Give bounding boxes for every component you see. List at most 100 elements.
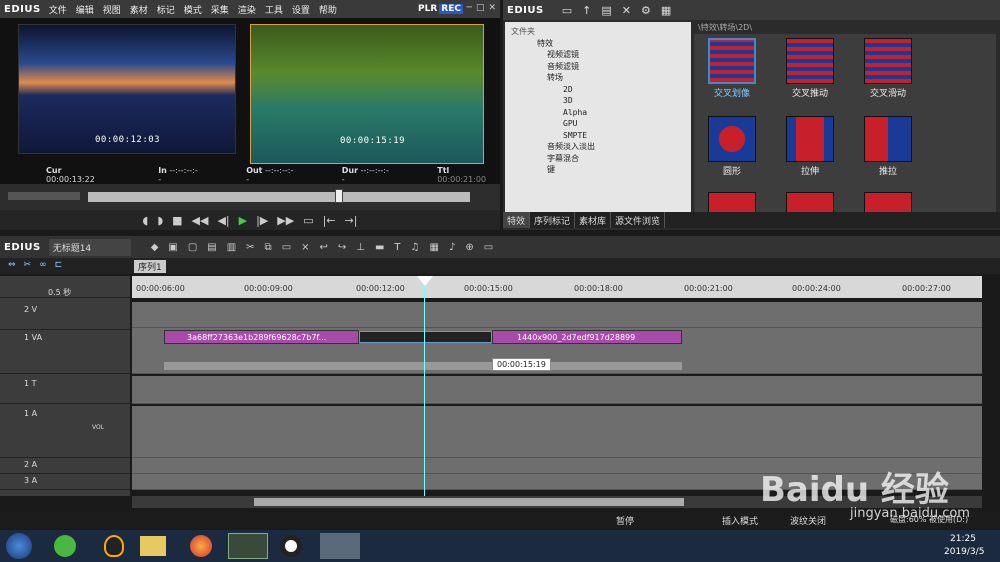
h-scroll-thumb[interactable] [254, 498, 684, 506]
mark-out-icon[interactable]: ◗ [157, 214, 163, 227]
delete-icon[interactable]: ✕ [622, 4, 631, 17]
tree-item-audio-filters[interactable]: 音频滤镜 [511, 61, 685, 73]
sequence-tab[interactable]: 序列1 [134, 260, 166, 273]
transition-bar[interactable] [359, 331, 492, 343]
tree-header: 文件夹 [511, 27, 535, 36]
insert-icon[interactable]: |← [323, 214, 336, 227]
clip-2[interactable]: 1440x900_2d7edf917d28899 [492, 330, 682, 344]
tree-item-smpte[interactable]: SMPTE [511, 130, 685, 142]
rewind-icon[interactable]: ◀◀ [192, 214, 209, 227]
timecode-tooltip: 00:00:15:19 [492, 358, 551, 371]
tree-item-video-filters[interactable]: 视频滤镜 [511, 49, 685, 61]
lane-1a[interactable] [132, 406, 982, 458]
scrub-bar[interactable] [0, 184, 500, 210]
tree-item-title-mix[interactable]: 字幕混合 [511, 153, 685, 165]
menu-render[interactable]: 渲染 [238, 3, 256, 16]
tile-circle[interactable] [708, 116, 756, 162]
playhead-line[interactable] [424, 284, 425, 496]
taskbar-firefox-icon[interactable] [190, 535, 212, 557]
taskbar-edius-icon[interactable] [228, 533, 268, 559]
tile-cross-wipe[interactable] [708, 38, 756, 84]
track-3a-header[interactable]: 3 A [0, 474, 130, 490]
loop-icon[interactable]: ▭ [303, 214, 313, 227]
tree-item-alpha[interactable]: Alpha [511, 107, 685, 119]
taskbar-explorer-icon[interactable] [140, 536, 166, 556]
maximize-icon[interactable]: □ [476, 3, 485, 13]
plr-rec-toggle[interactable]: PLR REC [418, 4, 463, 14]
track-2v-header[interactable]: 2 V [0, 302, 130, 330]
menu-file[interactable]: 文件 [49, 3, 67, 16]
scrub-track[interactable] [88, 192, 470, 202]
track-1t-header[interactable]: 1 T [0, 376, 130, 404]
playhead-marker[interactable] [417, 276, 433, 286]
step-forward-icon[interactable]: |▶ [256, 214, 268, 227]
taskbar-app-icon[interactable] [320, 533, 360, 559]
taskbar-app-360-icon[interactable] [54, 535, 76, 557]
taskbar-record-icon[interactable] [280, 535, 302, 557]
transport-controls: ◖ ◗ ■ ◀◀ ◀| ▶ |▶ ▶▶ ▭ |← →| [0, 210, 500, 230]
time-ruler[interactable]: 00:00:06:00 00:00:09:00 00:00:12:00 00:0… [132, 276, 982, 298]
zoom-row: 0.5 秒 [0, 276, 130, 298]
tile-cross-slide[interactable] [864, 38, 912, 84]
effects-logo: EDIUS [507, 4, 544, 16]
menu-settings[interactable]: 设置 [292, 3, 310, 16]
tile-row3-1[interactable] [708, 192, 756, 212]
tab-source-browser[interactable]: 源文件浏览 [611, 212, 666, 228]
minimize-icon[interactable]: ─ [467, 3, 472, 13]
tab-bin[interactable]: 素材库 [575, 212, 612, 228]
tree-item-keys[interactable]: 键 [511, 164, 685, 176]
menu-clip[interactable]: 素材 [130, 3, 148, 16]
stop-icon[interactable]: ■ [172, 214, 182, 227]
play-icon[interactable]: ▶ [239, 214, 247, 227]
tray-date[interactable]: 2019/3/5 [944, 547, 984, 557]
start-button[interactable] [6, 533, 32, 559]
settings-icon[interactable]: ⚙ [641, 4, 651, 17]
tree-item-3d[interactable]: 3D [511, 95, 685, 107]
menu-marker[interactable]: 标记 [157, 3, 175, 16]
tree-item-effects[interactable]: 特效 [511, 38, 685, 50]
overwrite-icon[interactable]: →| [345, 214, 358, 227]
zoom-value[interactable]: 0.5 秒 [48, 288, 71, 297]
rec-label[interactable]: REC [439, 4, 463, 14]
tile-cross-push[interactable] [786, 38, 834, 84]
track-1a-header[interactable]: 1 A VOL [0, 406, 130, 458]
cur-label: Cur 00:00:13:22 [46, 166, 95, 184]
tab-effects[interactable]: 特效 [503, 212, 531, 228]
track-1va-header[interactable]: 1 VA [0, 330, 130, 374]
tree-item-audio-fade[interactable]: 音频淡入淡出 [511, 141, 685, 153]
tree-item-transitions[interactable]: 转场 [511, 72, 685, 84]
new-folder-icon[interactable]: ▤ [601, 4, 611, 17]
tree-item-gpu[interactable]: GPU [511, 118, 685, 130]
effects-toolbar: EDIUS ▭ ↑ ▤ ✕ ⚙ ▦ [503, 0, 1000, 20]
clip-1[interactable]: 3a68ff27363e1b289f69628c7b7f... [164, 330, 359, 344]
scrub-mini-slider[interactable] [8, 192, 80, 200]
view-icon[interactable]: ▦ [661, 4, 671, 17]
close-icon[interactable]: ✕ [488, 3, 496, 13]
tree-item-2d[interactable]: 2D [511, 84, 685, 96]
menu-view[interactable]: 视图 [103, 3, 121, 16]
tile-stretch[interactable] [786, 116, 834, 162]
track-2a-header[interactable]: 2 A [0, 458, 130, 474]
menu-mode[interactable]: 模式 [184, 3, 202, 16]
menu-capture[interactable]: 采集 [211, 3, 229, 16]
plr-label[interactable]: PLR [418, 4, 437, 14]
fast-forward-icon[interactable]: ▶▶ [277, 214, 294, 227]
tile-label-cross-push: 交叉推动 [791, 89, 828, 99]
lane-1t[interactable] [132, 376, 982, 404]
tile-row3-2[interactable] [786, 192, 834, 212]
folder-icon[interactable]: ▭ [562, 4, 572, 17]
tray-time[interactable]: 21:25 [950, 534, 976, 544]
menu-tools[interactable]: 工具 [265, 3, 283, 16]
tile-push-pull[interactable] [864, 116, 912, 162]
step-back-icon[interactable]: ◀| [217, 214, 229, 227]
in-label: In --:--:--:-- [158, 166, 198, 184]
menu-edit[interactable]: 编辑 [76, 3, 94, 16]
tile-row3-3[interactable] [864, 192, 912, 212]
mark-in-icon[interactable]: ◖ [143, 214, 149, 227]
tab-sequence-marker[interactable]: 序列标记 [530, 212, 576, 228]
up-folder-icon[interactable]: ↑ [582, 4, 591, 17]
lane-2v[interactable] [132, 302, 982, 328]
menu-help[interactable]: 帮助 [319, 3, 337, 16]
scrub-handle[interactable] [335, 189, 343, 203]
taskbar-qq-icon[interactable] [104, 535, 124, 557]
